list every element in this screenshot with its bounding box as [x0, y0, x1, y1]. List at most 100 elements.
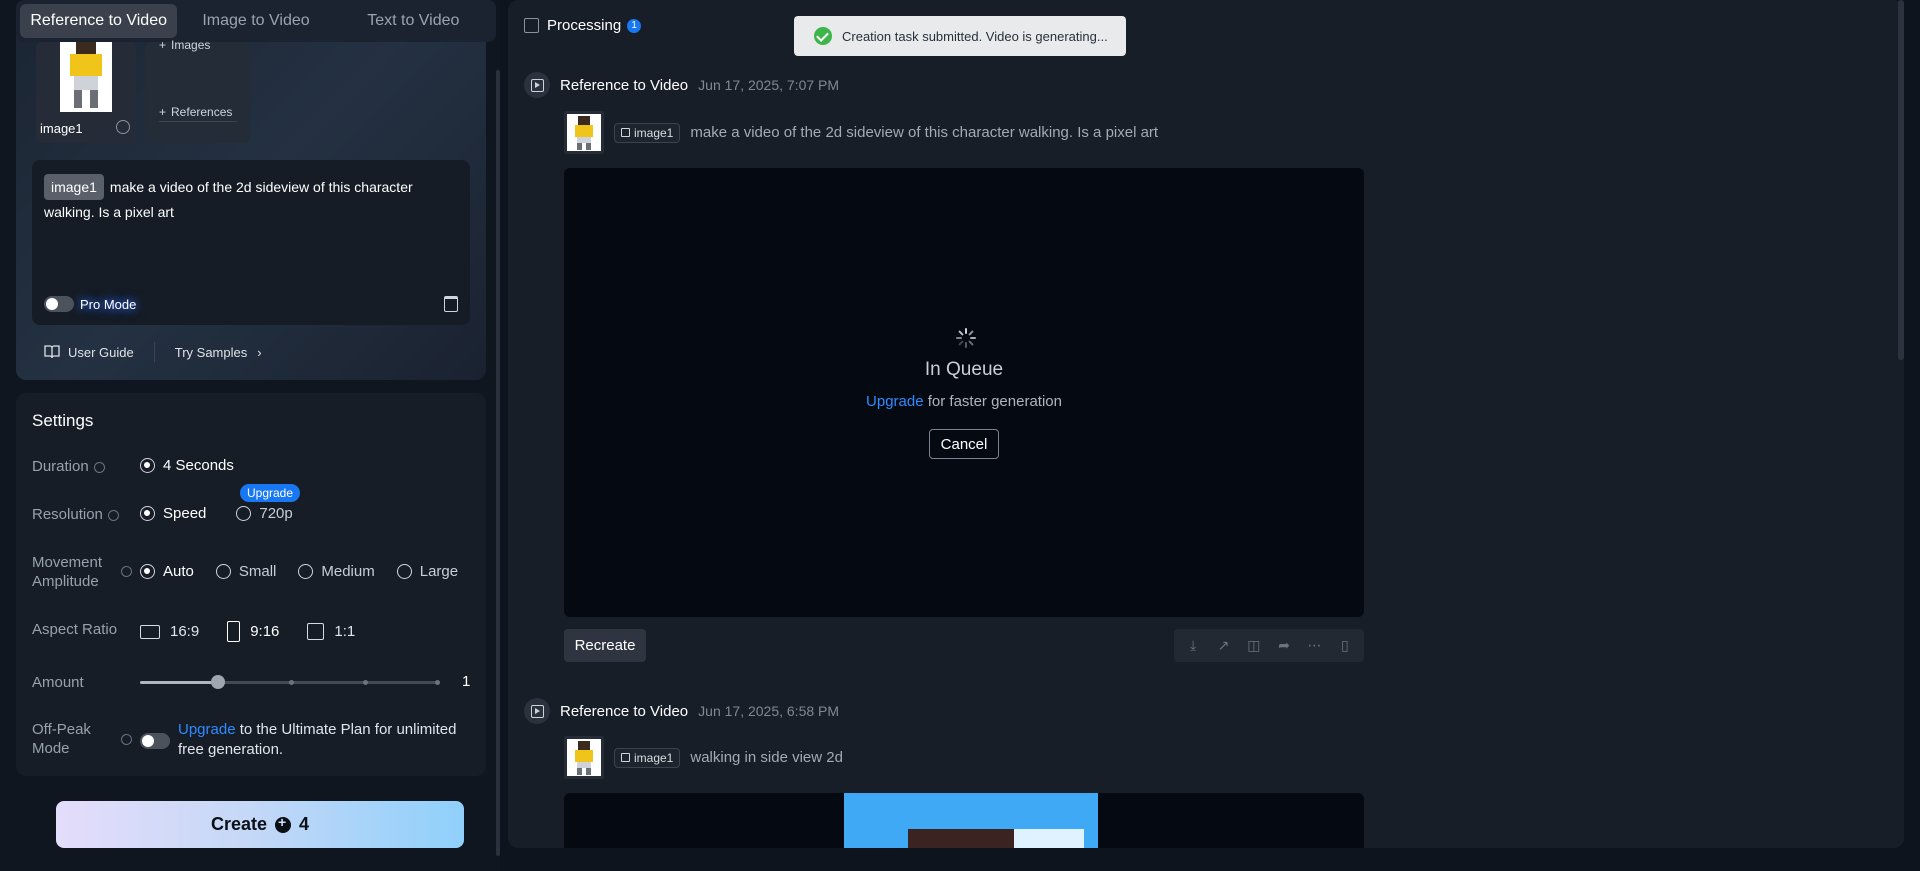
upgrade-badge[interactable]: Upgrade	[240, 484, 301, 502]
toggle-switch[interactable]	[44, 296, 74, 312]
play-inner	[530, 78, 544, 92]
video-preview[interactable]	[564, 793, 1364, 848]
share-icon[interactable]: ↗	[1215, 637, 1231, 654]
create-label: Create	[210, 814, 267, 834]
recreate-button[interactable]: Recreate	[564, 629, 646, 662]
cancel-button[interactable]: Cancel	[929, 429, 999, 459]
movement-large-radio[interactable]: Large	[396, 563, 458, 580]
more-icon[interactable]: ⋯	[1306, 637, 1322, 654]
queue-sub-text: for faster generation	[923, 393, 1062, 410]
toast-notification: Creation task submitted. Video is genera…	[794, 16, 1126, 56]
slider-dot	[363, 680, 368, 685]
entry-date: Jun 17, 2025, 7:07 PM	[698, 77, 840, 93]
trash-icon[interactable]	[444, 296, 458, 312]
swap-icon[interactable]	[116, 120, 130, 134]
toast-text: Creation task submitted. Video is genera…	[842, 28, 1108, 44]
plus-icon: +	[159, 38, 167, 52]
image-tag-icon	[621, 753, 630, 762]
aspect-square-icon	[307, 623, 325, 640]
resolution-options: Speed 720p	[140, 505, 293, 522]
aspect-1-1-option[interactable]: 1:1	[307, 623, 355, 640]
offpeak-upgrade-link[interactable]: Upgrade	[178, 721, 236, 738]
prompt-text[interactable]: image1 make a video of the 2d sideview of…	[44, 174, 458, 224]
add-images-button[interactable]: + Images	[159, 38, 210, 52]
play-box-icon	[524, 698, 550, 724]
option-label: 4 Seconds	[163, 457, 234, 474]
pro-mode-toggle[interactable]: Pro Mode	[44, 296, 136, 312]
add-card: + Images + References	[145, 38, 250, 143]
movement-medium-radio[interactable]: Medium	[298, 563, 375, 580]
movement-auto-radio[interactable]: Auto	[140, 563, 194, 580]
chevron-right-icon[interactable]: ›	[257, 345, 261, 360]
movement-label-line2: Amplitude	[32, 573, 99, 590]
tab-reference-to-video[interactable]: Reference to Video	[20, 4, 178, 38]
aspect-9-16-option[interactable]: 9:16	[227, 621, 279, 642]
guide-row: User Guide Try Samples ›	[44, 342, 262, 362]
info-icon[interactable]	[93, 461, 105, 473]
amount-value: 1	[462, 673, 471, 690]
image-tag-label: image1	[634, 750, 674, 765]
resolution-720p-radio[interactable]: 720p	[236, 505, 293, 522]
movement-label-line1: Movement	[32, 554, 103, 571]
movement-small-radio[interactable]: Small	[215, 563, 276, 580]
forward-icon[interactable]: ➦	[1276, 637, 1292, 654]
reference-image-card[interactable]: image1	[36, 42, 136, 143]
download-icon[interactable]: ⤓	[1185, 637, 1201, 654]
tab-image-to-video[interactable]: Image to Video	[177, 4, 334, 38]
aspect-16-9-option[interactable]: 16:9	[140, 623, 199, 640]
duration-4s-radio[interactable]: 4 Seconds	[140, 457, 234, 474]
slider-dot	[435, 680, 440, 685]
offpeak-description: Upgrade to the Ultimate Plan for unlimit…	[178, 720, 478, 760]
option-label: 9:16	[250, 623, 280, 640]
info-icon[interactable]	[121, 734, 132, 745]
entry-thumbnail[interactable]	[564, 736, 604, 779]
image-chip[interactable]: image1	[44, 174, 104, 200]
option-label: Auto	[163, 563, 194, 580]
right-scrollbar[interactable]	[1898, 0, 1904, 360]
offpeak-label: Off-Peak Mode	[32, 720, 91, 758]
processing-checkbox[interactable]	[524, 18, 539, 33]
left-scrollbar[interactable]	[496, 70, 500, 856]
add-references-button[interactable]: + References	[159, 105, 232, 119]
option-label: Medium	[321, 563, 375, 580]
queue-status-subtitle: Upgrade for faster generation	[564, 393, 1364, 410]
tab-text-to-video[interactable]: Text to Video	[335, 4, 492, 38]
entry-thumbnail[interactable]	[564, 111, 604, 154]
try-samples-link[interactable]: Try Samples	[175, 345, 247, 360]
user-guide-link[interactable]: User Guide	[68, 345, 134, 360]
info-icon[interactable]	[121, 566, 132, 577]
entry-prompt-row: image1 walking in side view 2d	[564, 736, 843, 779]
video-frame-detail	[908, 829, 1014, 848]
processing-label: Processing	[547, 17, 622, 34]
amount-label: Amount	[32, 674, 84, 691]
action-bar: ⤓ ↗ ◫ ➦ ⋯ ▯	[1174, 629, 1364, 662]
processing-filter[interactable]: Processing 1	[524, 17, 642, 34]
coin-icon	[275, 814, 291, 833]
radio-icon	[140, 506, 155, 521]
image-tag: image1	[614, 747, 681, 768]
bookmark-icon[interactable]: ▯	[1337, 637, 1353, 654]
option-label: Speed	[163, 505, 207, 522]
play-inner	[530, 704, 544, 718]
left-panel: Reference to Video Image to Video Text t…	[0, 0, 500, 871]
mode-tabs: Reference to Video Image to Video Text t…	[16, 0, 496, 42]
slider-dot	[289, 680, 294, 685]
create-button[interactable]: Create 4	[56, 801, 464, 848]
entry-prompt-row: image1 make a video of the 2d sideview o…	[564, 111, 1158, 154]
processing-count-badge: 1	[627, 18, 642, 33]
queue-upgrade-link[interactable]: Upgrade	[866, 393, 924, 410]
offpeak-toggle[interactable]	[140, 733, 170, 749]
aspect-portrait-icon	[227, 621, 241, 642]
movement-label: Movement Amplitude	[32, 553, 102, 591]
info-icon[interactable]	[107, 509, 119, 521]
entry-title: Reference to Video	[560, 702, 689, 720]
add-references-label: References	[171, 105, 233, 119]
resolution-speed-radio[interactable]: Speed	[140, 505, 206, 522]
divider	[153, 342, 155, 362]
amount-slider[interactable]	[140, 675, 440, 689]
compare-icon[interactable]: ◫	[1246, 637, 1262, 654]
entry-header: Reference to Video Jun 17, 2025, 6:58 PM	[524, 698, 839, 724]
slider-handle[interactable]	[211, 675, 225, 689]
prompt-input[interactable]: image1 make a video of the 2d sideview of…	[32, 160, 470, 325]
resolution-label: Resolution	[32, 505, 119, 524]
